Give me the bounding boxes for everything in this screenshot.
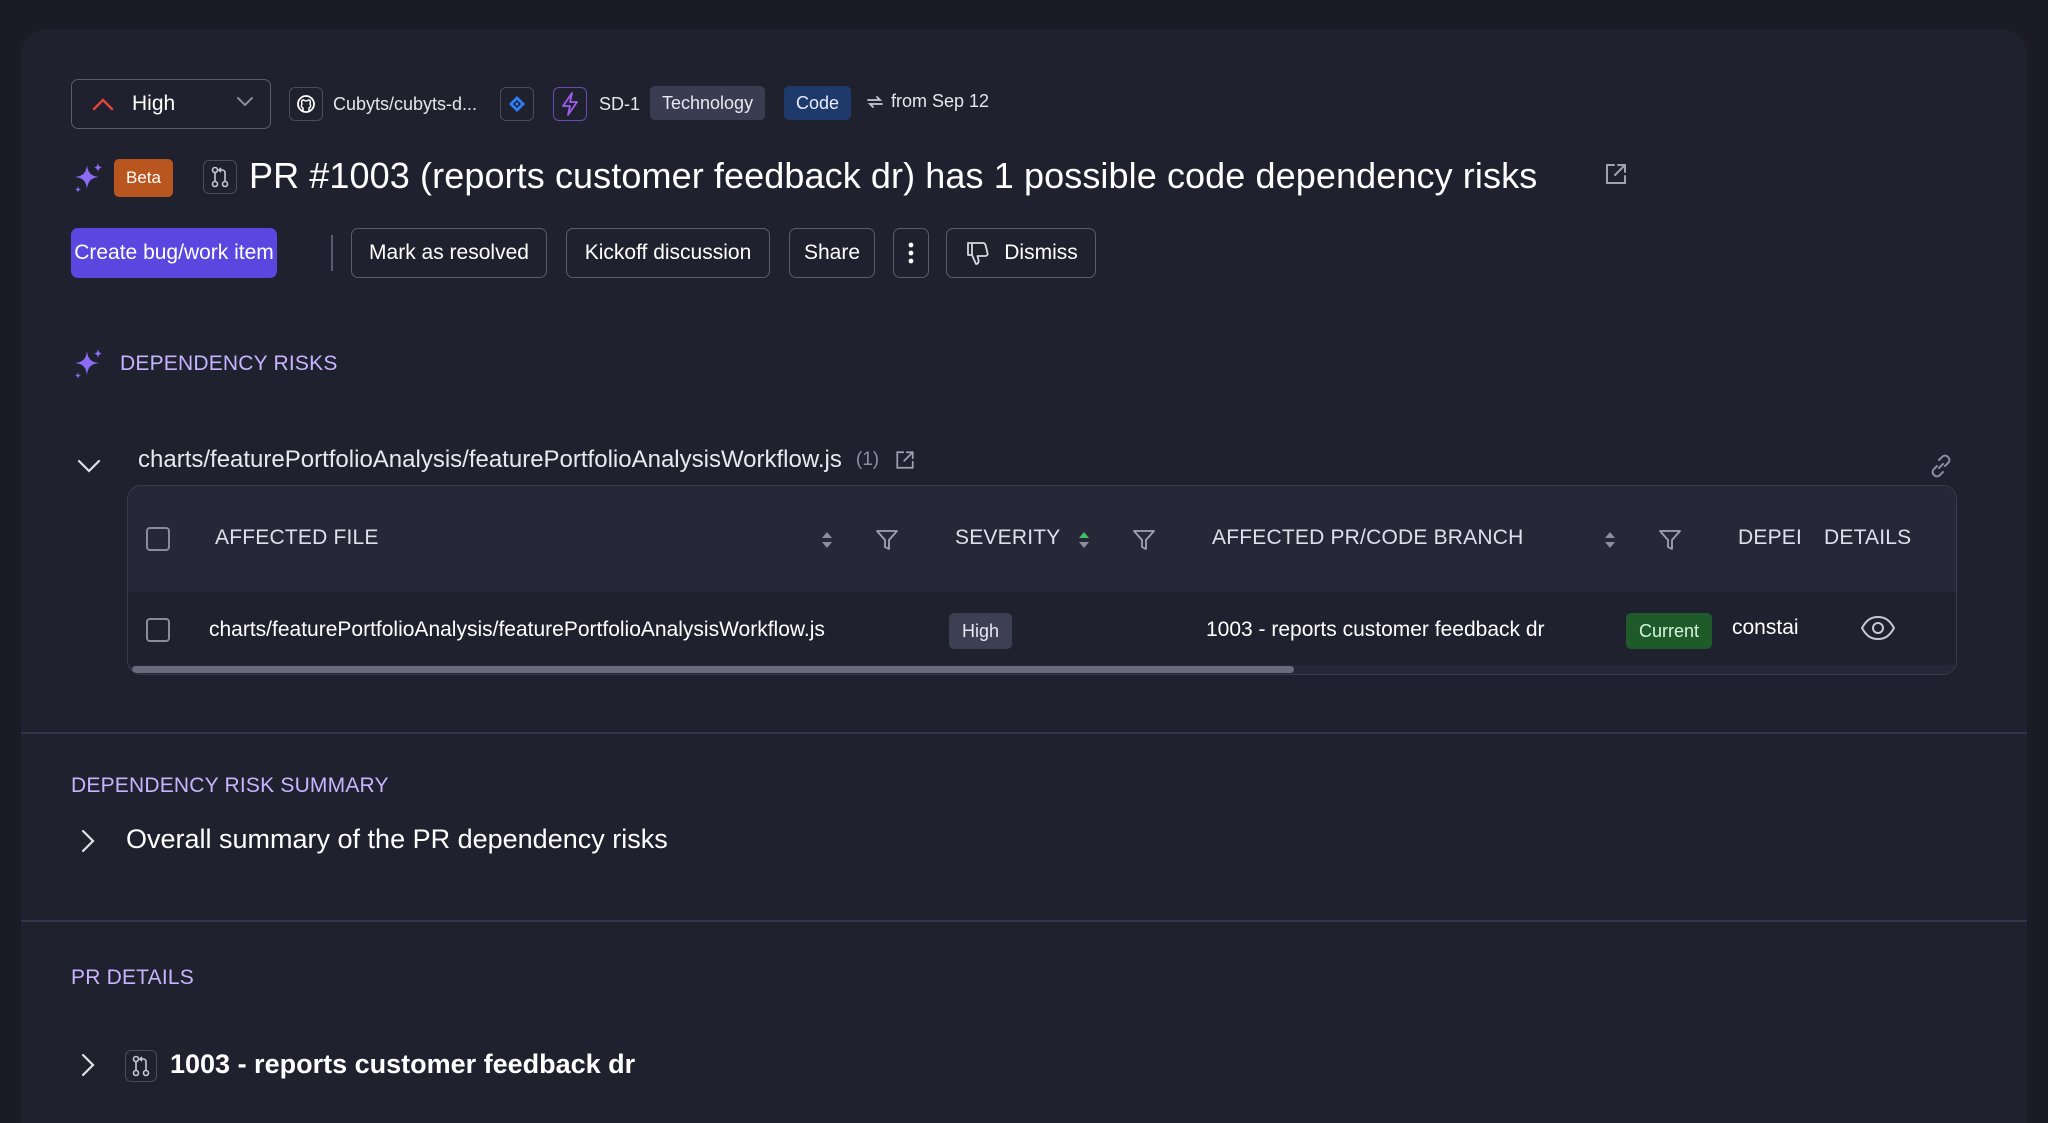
affected-file-cell: charts/featurePortfolioAnalysis/featureP… [209, 618, 825, 641]
jira-icon[interactable] [500, 87, 534, 121]
severity-select[interactable]: High [71, 79, 271, 129]
chevron-right-icon[interactable] [79, 828, 97, 854]
section-divider [21, 732, 2027, 734]
more-vertical-icon [908, 242, 914, 264]
sparkle-icon [75, 349, 102, 379]
pr-details-heading: PR DETAILS [71, 966, 194, 989]
select-all-checkbox[interactable] [146, 527, 170, 551]
external-link-icon[interactable] [893, 448, 917, 472]
severity-badge: High [949, 613, 1013, 649]
repeat-icon [867, 95, 883, 108]
summary-item[interactable]: Overall summary of the PR dependency ris… [126, 824, 668, 855]
details-column-header: DETAILS [1818, 486, 1956, 592]
details-cell [1818, 592, 1956, 667]
risk-summary-heading: DEPENDENCY RISK SUMMARY [71, 774, 389, 797]
date-range: from Sep 12 [865, 91, 989, 112]
sort-asc-icon[interactable] [1076, 528, 1092, 552]
create-bug-button[interactable]: Create bug/work item [71, 228, 277, 278]
share-button[interactable]: Share [789, 228, 875, 278]
sparkle-icon [75, 163, 102, 193]
dismiss-label: Dismiss [1004, 241, 1078, 264]
column-dependency[interactable]: DEPEI [1738, 526, 1802, 550]
toolbar-divider [331, 235, 333, 271]
main-panel: High Cubyts/cubyts-d... SD-1 Technology … [21, 29, 2027, 1123]
horizontal-scrollbar[interactable] [128, 665, 1956, 674]
table-row[interactable]: charts/featurePortfolioAnalysis/featureP… [128, 592, 1956, 667]
filter-icon[interactable] [1657, 527, 1683, 553]
repo-name: Cubyts/cubyts-d... [333, 93, 478, 114]
chevron-down-icon [237, 97, 253, 107]
repo-chip[interactable]: Cubyts/cubyts-d... [289, 87, 477, 121]
file-group-count: (1) [855, 449, 880, 470]
column-affected-branch[interactable]: AFFECTED PR/CODE BRANCH [1212, 526, 1523, 550]
lightning-icon [553, 87, 587, 121]
page-title: PR #1003 (reports customer feedback dr) … [249, 155, 1538, 196]
ticket-chip[interactable]: SD-1 [553, 87, 640, 121]
branch-cell: 1003 - reports customer feedback dr [1206, 618, 1545, 641]
github-icon [289, 87, 323, 121]
thumbs-down-icon [967, 242, 989, 265]
pull-request-icon [203, 160, 237, 194]
pr-details-item[interactable]: 1003 - reports customer feedback dr [170, 1049, 635, 1080]
column-details: DETAILS [1824, 526, 1912, 549]
pull-request-icon [125, 1050, 157, 1082]
chevron-up-icon [92, 98, 114, 111]
dependency-risks-table: AFFECTED FILE SEVERITY AFFECTED PR/CODE … [127, 485, 1957, 675]
eye-icon[interactable] [1860, 614, 1896, 642]
tag-code[interactable]: Code [784, 86, 852, 120]
mark-resolved-button[interactable]: Mark as resolved [351, 228, 547, 278]
kickoff-discussion-button[interactable]: Kickoff discussion [566, 228, 770, 278]
beta-badge: Beta [114, 159, 173, 197]
scrollbar-thumb[interactable] [132, 666, 1294, 673]
file-group-path: charts/featurePortfolioAnalysis/featureP… [138, 446, 842, 473]
section-divider [21, 920, 2027, 922]
sort-icon[interactable] [819, 528, 835, 552]
column-affected-file[interactable]: AFFECTED FILE [215, 526, 379, 550]
severity-value: High [132, 92, 176, 115]
file-group-header: charts/featurePortfolioAnalysis/featureP… [138, 446, 917, 474]
dependency-risks-heading: DEPENDENCY RISKS [120, 352, 338, 375]
dependency-cell-clip: constai [1732, 592, 1818, 667]
filter-icon[interactable] [1131, 527, 1157, 553]
filter-icon[interactable] [874, 527, 900, 553]
chevron-down-icon[interactable] [76, 457, 102, 475]
row-checkbox[interactable] [146, 618, 170, 642]
branch-status-badge: Current [1626, 613, 1713, 649]
column-severity[interactable]: SEVERITY [955, 526, 1060, 550]
ticket-id: SD-1 [599, 93, 641, 114]
dismiss-button[interactable]: Dismiss [946, 228, 1096, 278]
date-label: from Sep 12 [891, 91, 990, 111]
dependency-cell: constai [1732, 616, 1799, 639]
sort-icon[interactable] [1602, 528, 1618, 552]
link-icon[interactable] [1928, 453, 1954, 479]
tag-technology[interactable]: Technology [650, 86, 766, 120]
chevron-right-icon[interactable] [79, 1052, 97, 1078]
external-link-icon[interactable] [1602, 160, 1630, 188]
table-header: AFFECTED FILE SEVERITY AFFECTED PR/CODE … [128, 486, 1956, 592]
more-options-button[interactable] [893, 228, 929, 278]
